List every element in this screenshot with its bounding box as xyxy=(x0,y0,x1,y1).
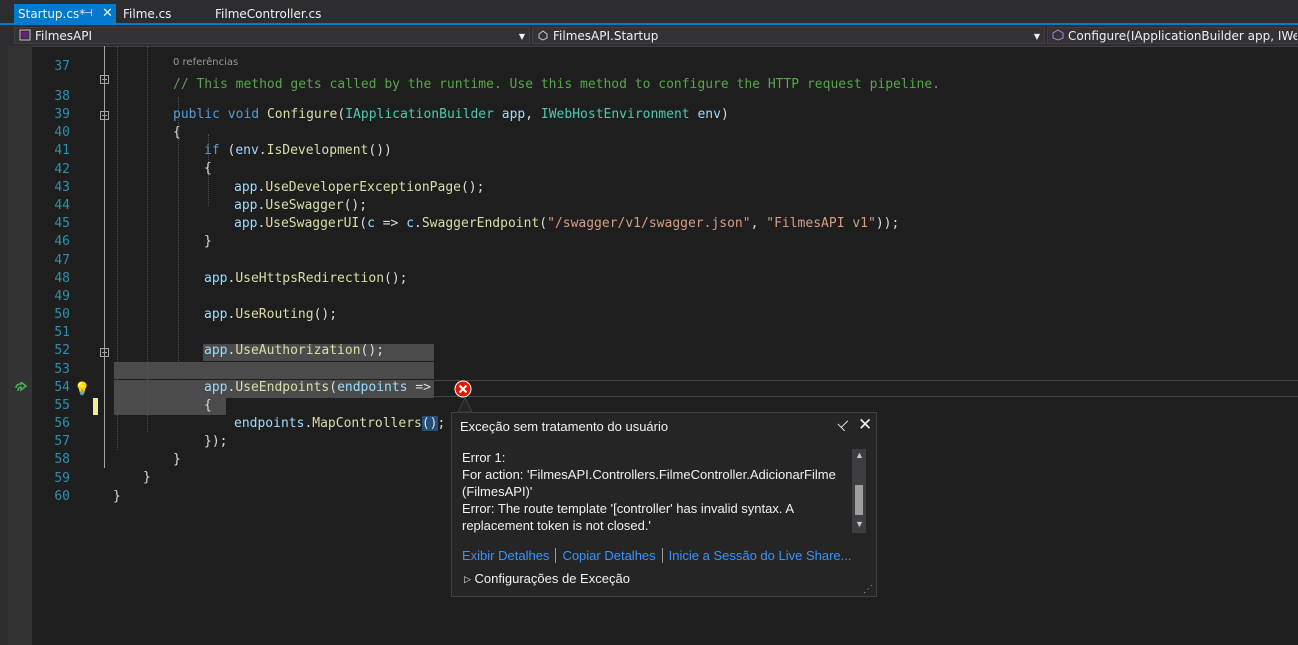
codelens-references[interactable]: 0 referências xyxy=(173,57,238,68)
close-icon[interactable]: ✕ xyxy=(858,415,872,435)
code-line: 45 } xyxy=(32,197,1298,249)
code-line: 55 endpoints.MapControllers(); xyxy=(32,379,1298,431)
code-line: 40 if (env.IsDevelopment()) xyxy=(32,106,1298,158)
code-line: 43 app.UseSwagger(); xyxy=(32,161,1298,213)
next-statement-arrow-icon[interactable] xyxy=(14,382,28,394)
document-tab-bar: Startup.cs* ⊣ ✕ Filme.cs FilmeController… xyxy=(0,0,1298,24)
exception-settings-label: Configurações de Exceção xyxy=(474,571,630,586)
line-number: 60 xyxy=(54,489,70,504)
exception-message: Error 1: For action: 'FilmesAPI.Controll… xyxy=(462,449,852,534)
code-line: 41 { xyxy=(32,124,1298,176)
message-line: For action: 'FilmesAPI.Controllers.Filme… xyxy=(462,467,836,482)
message-line: replacement token is not closed.' xyxy=(462,518,651,533)
csharp-project-icon xyxy=(19,29,31,41)
pin-icon[interactable]: ⊣ xyxy=(84,4,93,24)
code-line: 49 app.UseRouting(); xyxy=(32,270,1298,322)
code-line: 47 app.UseHttpsRedirection(); xyxy=(32,234,1298,286)
glyph-margin[interactable] xyxy=(8,46,32,645)
code-line: 44 app.UseSwaggerUI(c => c.SwaggerEndpoi… xyxy=(32,179,1298,231)
code-text: } xyxy=(113,489,121,504)
exception-actions: Exibir Detalhes Copiar Detalhes Inicie a S… xyxy=(462,548,852,563)
link-separator xyxy=(661,548,663,563)
message-line: Error: The route template '[controller' … xyxy=(462,501,795,516)
exception-title: Exceção sem tratamento do usuário xyxy=(460,419,669,434)
tab-label: FilmeController.cs xyxy=(215,7,322,21)
scroll-up-icon[interactable]: ▲ xyxy=(855,450,864,460)
code-line: 39 { xyxy=(32,88,1298,140)
code-line: 42 app.UseDeveloperExceptionPage(); xyxy=(32,143,1298,195)
expand-arrow-icon: ▷ xyxy=(464,574,471,584)
resize-grip-icon[interactable]: ⋰ xyxy=(863,584,873,595)
popup-pointer xyxy=(458,398,472,413)
code-line: 38 public void Configure(IApplicationBui… xyxy=(32,70,1298,122)
code-line: 37 // This method gets called by the run… xyxy=(32,40,1298,92)
message-line: (FilmesAPI)' xyxy=(462,484,533,499)
code-line: 46 xyxy=(32,215,1298,249)
code-line: 50 xyxy=(32,288,1298,322)
left-margin-strip xyxy=(0,46,8,645)
code-line: 48 xyxy=(32,252,1298,286)
tab-filmecontroller-cs[interactable]: FilmeController.cs xyxy=(210,4,330,24)
view-details-link[interactable]: Exibir Detalhes xyxy=(462,548,549,563)
error-icon[interactable] xyxy=(454,380,472,398)
code-line: 53 app.UseEndpoints(endpoints => xyxy=(32,343,1298,395)
link-separator xyxy=(555,548,557,563)
tab-filme-cs[interactable]: Filme.cs xyxy=(118,4,198,24)
live-share-link[interactable]: Inicie a Sessão do Live Share... xyxy=(669,548,852,563)
copy-details-link[interactable]: Copiar Detalhes xyxy=(562,548,655,563)
exception-helper-popup: Exceção sem tratamento do usuário ⊥ ✕ Er… xyxy=(451,412,877,597)
tab-label: Startup.cs* xyxy=(18,7,86,21)
scrollbar-thumb[interactable] xyxy=(855,485,863,515)
message-line: Error 1: xyxy=(462,450,506,465)
tab-startup-cs[interactable]: Startup.cs* ⊣ ✕ xyxy=(14,4,116,24)
pin-icon[interactable]: ⊥ xyxy=(834,414,854,435)
tab-label: Filme.cs xyxy=(123,7,172,21)
code-line: 52 xyxy=(32,324,1298,358)
close-tab-icon[interactable]: ✕ xyxy=(102,4,113,24)
scroll-down-icon[interactable]: ▼ xyxy=(855,519,864,529)
exception-settings-toggle[interactable]: ▷ Configurações de Exceção xyxy=(464,571,630,586)
code-line: 54 { xyxy=(32,361,1298,413)
code-line: 51 app.UseAuthorization(); xyxy=(32,306,1298,358)
message-scrollbar[interactable]: ▲ ▼ xyxy=(852,449,866,533)
